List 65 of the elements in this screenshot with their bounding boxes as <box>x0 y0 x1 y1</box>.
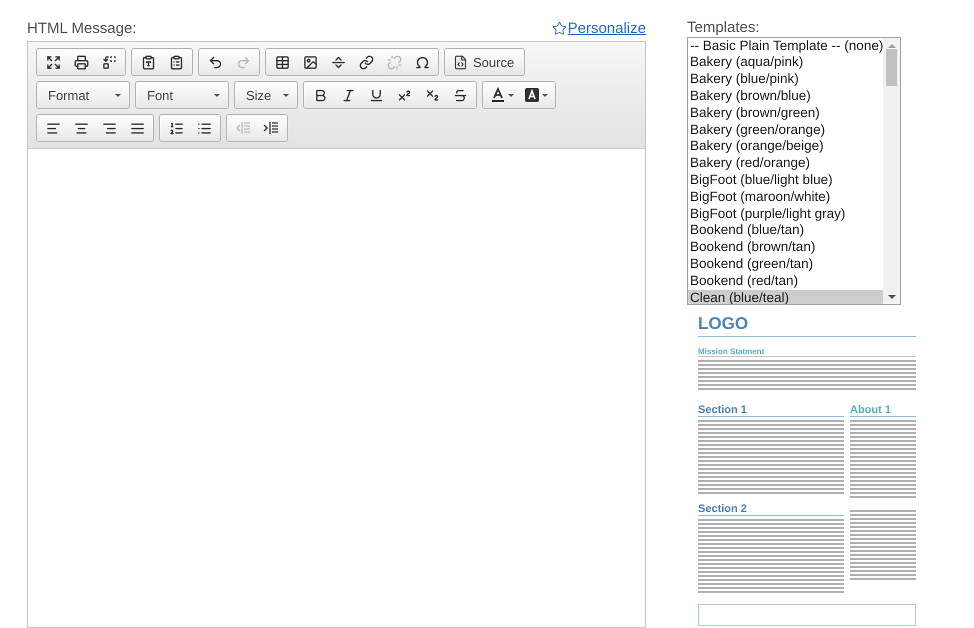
template-option[interactable]: Bakery (blue/pink) <box>688 71 883 88</box>
redo-icon <box>236 54 250 70</box>
numbered-list-icon <box>168 120 184 136</box>
body-text-drawing <box>850 509 916 581</box>
caret-icon <box>542 94 548 96</box>
bulleted-list-icon <box>196 120 212 136</box>
fullscreen-icon <box>46 54 60 70</box>
source-icon <box>453 54 468 70</box>
template-option[interactable]: Bakery (aqua/pink) <box>688 54 883 72</box>
print-icon <box>74 54 88 70</box>
caret-icon <box>508 94 514 96</box>
logo-text: LOGO <box>698 314 916 338</box>
template-option[interactable]: Bakery (orange/beige) <box>688 138 883 156</box>
template-option[interactable]: Bakery (green/orange) <box>688 122 883 138</box>
mission-heading: Mission Statment <box>698 347 916 358</box>
field-label: Templates: <box>687 19 760 36</box>
justify-icon <box>130 120 144 136</box>
template-option[interactable]: Bookend (blue/tan) <box>688 222 883 240</box>
template-option[interactable]: BigFoot (purple/light gray) <box>688 206 883 222</box>
text-color-icon <box>490 87 506 103</box>
template-option[interactable]: Bookend (green/tan) <box>688 256 883 273</box>
underline-icon <box>368 88 384 102</box>
align-center-icon <box>74 120 88 136</box>
field-label: HTML Message: <box>27 20 136 36</box>
template-option[interactable]: Bakery (brown/blue) <box>688 88 883 105</box>
scroll-down-icon <box>888 295 896 300</box>
scroll-thumb[interactable] <box>886 48 897 86</box>
personalize-link[interactable]: Personalize <box>552 20 646 36</box>
templates-listbox[interactable] <box>687 36 901 306</box>
template-option[interactable]: Clean (blue/teal) <box>688 290 883 304</box>
section-heading: Section 2 <box>698 503 844 516</box>
omega-icon <box>414 54 430 70</box>
link-icon <box>358 54 374 70</box>
superscript-icon <box>396 88 412 102</box>
star-icon <box>552 20 567 36</box>
template-option[interactable]: Bookend (red/tan) <box>688 272 883 290</box>
dropdown-select[interactable]: Font <box>138 82 226 108</box>
source-button[interactable]: Source <box>447 49 522 75</box>
image-icon <box>302 54 318 70</box>
italic-icon <box>340 88 356 102</box>
subscript-icon <box>424 88 440 102</box>
indent-icon <box>263 120 279 136</box>
table-icon <box>274 54 290 70</box>
section-heading: Section 1 <box>698 404 844 417</box>
aside-heading: About 1 <box>850 404 916 417</box>
template-option[interactable]: BigFoot (blue/light blue) <box>688 172 883 189</box>
paste-text-icon <box>140 54 156 70</box>
align-left-icon <box>46 120 60 136</box>
outdent-icon <box>235 120 251 136</box>
scrollbar[interactable] <box>883 38 900 304</box>
caret-icon <box>115 94 121 96</box>
strikethrough-icon <box>452 88 468 102</box>
template-option[interactable]: Bakery (brown/green) <box>688 104 883 122</box>
caret-icon <box>214 94 220 96</box>
undo-icon <box>208 54 222 70</box>
unlink-icon <box>386 54 402 70</box>
template-option[interactable]: -- Basic Plain Template -- (none) <box>688 38 883 54</box>
template-option[interactable]: BigFoot (maroon/white) <box>688 188 883 206</box>
template-option[interactable]: Bookend (brown/tan) <box>688 239 883 256</box>
dropdown-select[interactable]: Format <box>39 82 127 108</box>
caret-icon <box>283 94 289 96</box>
background-color-icon <box>524 87 540 103</box>
align-right-icon <box>102 120 116 136</box>
dropdown-select[interactable]: Size <box>237 82 295 108</box>
template-option[interactable]: Bakery (red/orange) <box>688 155 883 172</box>
